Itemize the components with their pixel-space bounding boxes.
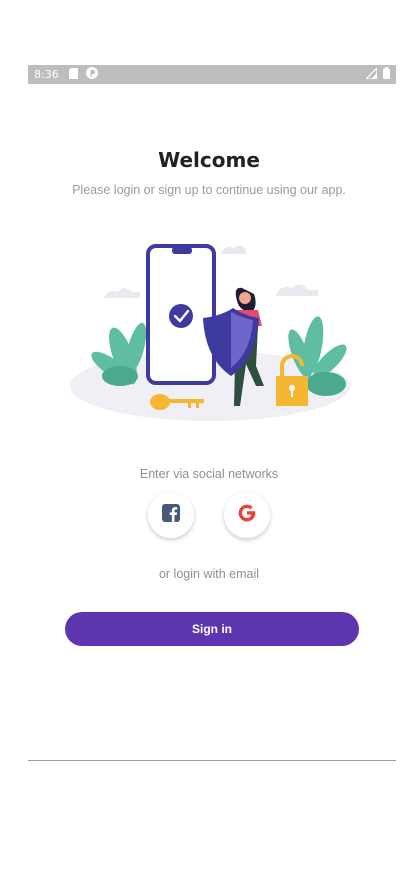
status-time: 8:36	[34, 68, 59, 81]
social-buttons	[0, 492, 418, 538]
welcome-title: Welcome	[158, 148, 260, 172]
p-app-icon	[85, 67, 98, 82]
google-login-button[interactable]	[224, 492, 270, 538]
facebook-login-button[interactable]	[148, 492, 194, 538]
social-caption: Enter via social networks	[139, 467, 279, 481]
facebook-icon	[162, 503, 180, 527]
google-icon	[237, 503, 257, 528]
status-bar: 8:36	[28, 65, 396, 84]
sign-in-button[interactable]: Sign in	[65, 612, 359, 646]
signal-icon	[364, 65, 378, 82]
email-caption: or login with email	[158, 567, 260, 581]
security-illustration	[68, 236, 358, 426]
bottom-divider	[28, 760, 396, 761]
welcome-subtitle: Please login or sign up to continue usin…	[72, 183, 346, 197]
battery-icon	[383, 67, 390, 82]
sd-card-icon	[68, 67, 78, 82]
